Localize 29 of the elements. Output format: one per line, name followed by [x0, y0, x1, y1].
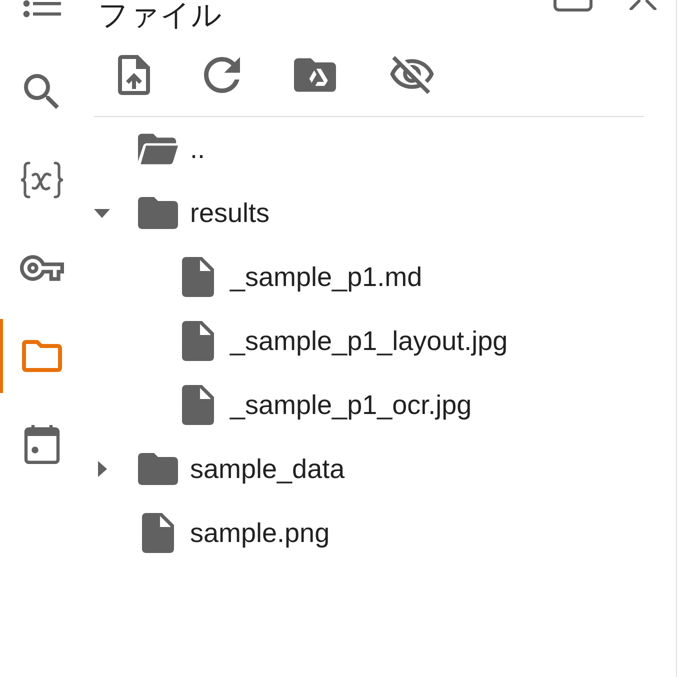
file-icon — [142, 513, 174, 553]
refresh-icon[interactable] — [204, 57, 240, 93]
folder-triangle-icon[interactable] — [294, 58, 336, 92]
key-icon[interactable] — [20, 255, 64, 281]
folder-name[interactable]: sample_data — [190, 452, 345, 486]
calendar-icon[interactable] — [24, 424, 60, 464]
folder-icon[interactable] — [22, 340, 62, 372]
folder-name[interactable]: results — [190, 196, 270, 230]
visibility-off-icon[interactable] — [390, 56, 434, 94]
window-icon[interactable] — [553, 0, 593, 12]
file-name[interactable]: _sample_p1_ocr.jpg — [230, 388, 472, 422]
close-icon[interactable] — [629, 0, 657, 10]
open-folder-icon — [138, 133, 178, 165]
upload-file-icon[interactable] — [118, 55, 150, 95]
folder-icon — [138, 197, 178, 229]
caret-right-icon[interactable] — [98, 461, 106, 477]
file-name[interactable]: _sample_p1.md — [230, 260, 422, 294]
parent-directory-label[interactable]: .. — [190, 132, 206, 166]
file-icon — [182, 257, 214, 297]
list-icon[interactable] — [22, 0, 60, 18]
curly-braces-x-icon[interactable] — [18, 161, 64, 199]
file-icon — [182, 321, 214, 361]
file-name[interactable]: _sample_p1_layout.jpg — [230, 324, 508, 358]
folder-icon — [138, 453, 178, 485]
file-icon — [182, 385, 214, 425]
panel-title: ファイル — [98, 0, 222, 32]
search-icon[interactable] — [24, 74, 60, 110]
file-name[interactable]: sample.png — [190, 516, 330, 550]
caret-down-icon[interactable] — [94, 208, 110, 218]
